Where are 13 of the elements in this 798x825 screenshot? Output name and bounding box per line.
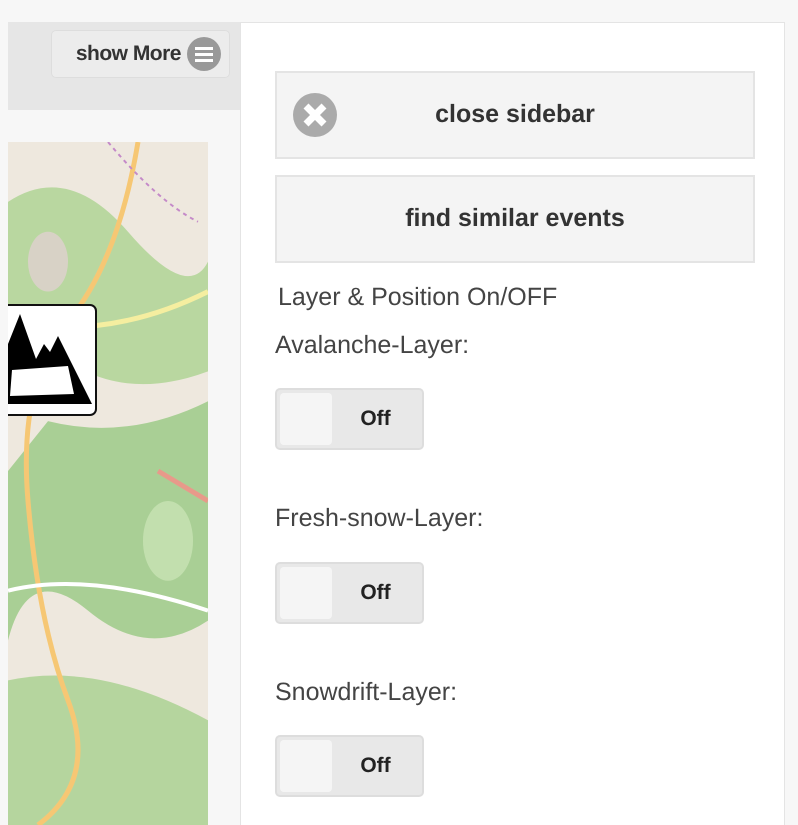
find-events-button[interactable]: find similar events: [275, 175, 755, 263]
toggle-switch[interactable]: Off: [275, 388, 424, 450]
mountain-marker-icon[interactable]: [8, 304, 98, 416]
section-title: Layer & Position On/OFF: [278, 282, 558, 313]
layer-label: Snowdrift-Layer:: [275, 676, 458, 708]
close-icon: [293, 93, 337, 137]
close-sidebar-button[interactable]: close sidebar: [275, 71, 755, 159]
toggle-switch[interactable]: Off: [275, 735, 424, 797]
menu-icon: [187, 37, 221, 71]
layer-label: Avalanche-Layer:: [275, 330, 470, 360]
toggle-switch[interactable]: Off: [275, 562, 424, 624]
show-more-button[interactable]: show More: [50, 30, 230, 78]
layer-label: Fresh-snow-Layer:: [275, 503, 484, 534]
